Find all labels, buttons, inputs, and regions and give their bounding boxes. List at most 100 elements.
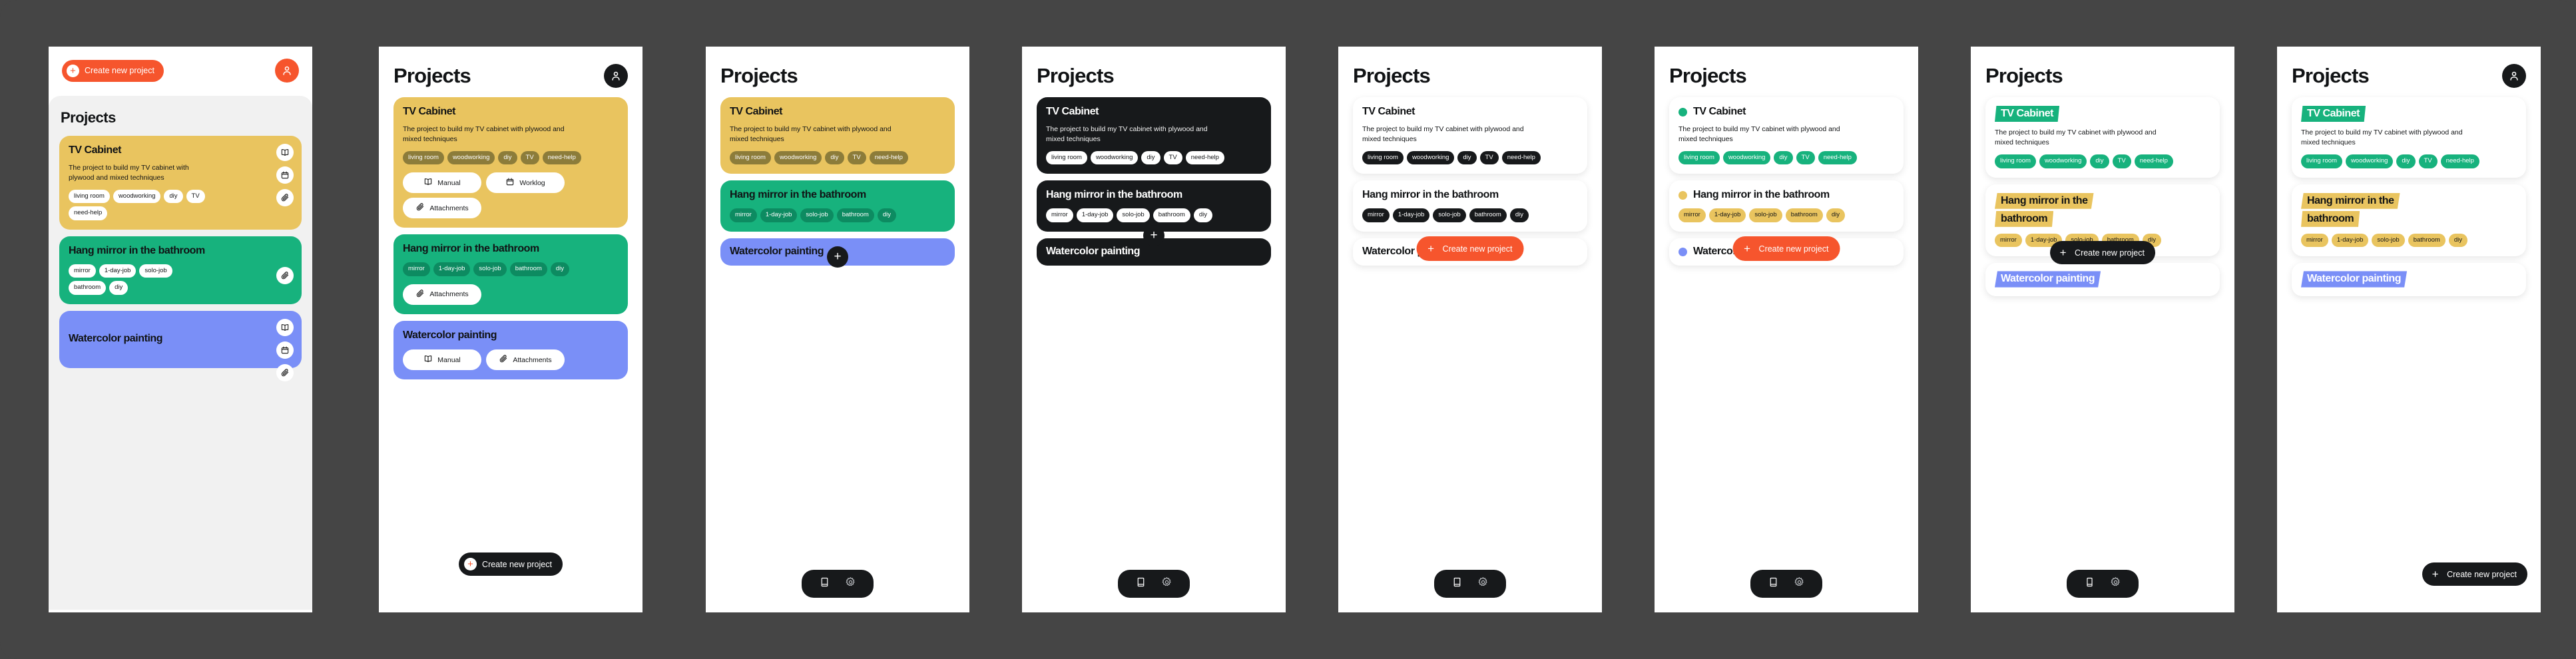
gear-icon[interactable] <box>2110 576 2121 591</box>
tag[interactable]: bathroom <box>836 208 874 222</box>
tag[interactable]: woodworking <box>447 150 495 165</box>
project-card-tv-cabinet[interactable]: TV Cabinet The project to build my TV ca… <box>1985 97 2220 178</box>
tag[interactable]: diy <box>2396 154 2416 168</box>
tag[interactable]: mirror <box>69 264 96 278</box>
book-icon[interactable] <box>1768 576 1779 591</box>
calendar-icon[interactable] <box>276 341 294 359</box>
tag[interactable]: bathroom <box>1153 208 1190 222</box>
tag[interactable]: solo-job <box>139 264 172 278</box>
tag[interactable]: 1-day-job <box>760 208 798 222</box>
project-card-watercolor[interactable]: Watercolor painting <box>59 310 302 381</box>
tag[interactable]: woodworking <box>113 189 161 204</box>
manual-button[interactable]: Manual <box>403 172 481 194</box>
tag[interactable]: need-help <box>1185 150 1224 165</box>
tag[interactable]: need-help <box>2134 154 2173 168</box>
tag[interactable]: bathroom <box>2408 233 2446 248</box>
tag[interactable]: mirror <box>1046 208 1073 222</box>
tag[interactable]: mirror <box>403 262 430 276</box>
project-card-hang-mirror[interactable]: Hang mirror in the bathroom mirror 1-day… <box>393 234 628 314</box>
tag[interactable]: TV <box>1796 150 1815 165</box>
tag[interactable]: need-help <box>869 150 908 165</box>
book-icon[interactable] <box>2084 576 2095 591</box>
tag[interactable]: TV <box>847 150 866 165</box>
tag[interactable]: 1-day-job <box>99 264 136 278</box>
project-card-tv-cabinet[interactable]: TV Cabinet The project to build my TV ca… <box>1669 97 1904 174</box>
tag[interactable]: mirror <box>2301 233 2328 248</box>
tag[interactable]: solo-job <box>1117 208 1150 222</box>
gear-icon[interactable] <box>1477 576 1489 591</box>
tag[interactable]: bathroom <box>1785 208 1823 222</box>
tag[interactable]: diy <box>1826 208 1845 222</box>
tag[interactable]: living room <box>1995 154 2036 168</box>
tag[interactable]: need-help <box>1501 150 1541 165</box>
tag[interactable]: diy <box>2090 154 2109 168</box>
tag[interactable]: diy <box>164 189 183 204</box>
project-card-hang-mirror[interactable]: Hang mirror in the bathroom mirror 1-day… <box>1669 180 1904 232</box>
tag[interactable]: mirror <box>730 208 757 222</box>
create-new-project-button[interactable]: + Create new project <box>2422 562 2527 586</box>
tag[interactable]: living room <box>1678 150 1720 165</box>
tag[interactable]: bathroom <box>69 281 107 295</box>
calendar-icon[interactable] <box>276 166 294 184</box>
tag[interactable]: need-help <box>2440 154 2479 168</box>
attachments-button[interactable]: Attachments <box>403 198 481 219</box>
tag[interactable]: bathroom <box>509 262 547 276</box>
tag[interactable]: bathroom <box>1469 208 1507 222</box>
project-card-tv-cabinet[interactable]: TV Cabinet The project to build my TV ca… <box>2292 97 2526 178</box>
tag[interactable]: living room <box>1046 150 1087 165</box>
book-icon[interactable] <box>1451 576 1463 591</box>
tag[interactable]: diy <box>2448 233 2467 248</box>
gear-icon[interactable] <box>1794 576 1805 591</box>
tag[interactable]: 1-day-job <box>1392 208 1430 222</box>
tag[interactable]: diy <box>550 262 569 276</box>
manual-button[interactable]: Manual <box>403 349 481 371</box>
gear-icon[interactable] <box>1161 576 1172 591</box>
tag[interactable]: solo-job <box>1749 208 1782 222</box>
tag[interactable]: mirror <box>1678 208 1706 222</box>
tag[interactable]: 1-day-job <box>2331 233 2369 248</box>
add-project-fab[interactable]: + <box>827 246 848 268</box>
paperclip-icon[interactable] <box>276 266 294 284</box>
tag[interactable]: TV <box>1479 150 1499 165</box>
tag[interactable]: living room <box>1362 150 1404 165</box>
project-card-watercolor[interactable]: Watercolor painting <box>2292 263 2526 296</box>
project-card-watercolor[interactable]: Watercolor painting Manual Attachments <box>393 320 628 380</box>
avatar[interactable] <box>2502 64 2526 88</box>
tag[interactable]: solo-job <box>1433 208 1466 222</box>
create-new-project-button[interactable]: + Create new project <box>1732 236 1840 261</box>
project-card-tv-cabinet[interactable]: TV Cabinet The project to build my TV ca… <box>393 97 628 228</box>
project-card-hang-mirror[interactable]: Hang mirror in the bathroom mirror 1-day… <box>1353 180 1587 232</box>
project-card-hang-mirror[interactable]: Hang mirror in the bathroom mirror 1-day… <box>59 236 302 304</box>
project-card-tv-cabinet[interactable]: TV Cabinet The project to build my TV ca… <box>1037 97 1271 174</box>
tag[interactable]: solo-job <box>473 262 507 276</box>
add-project-fab[interactable]: + <box>1143 225 1164 246</box>
project-card-watercolor[interactable]: Watercolor painting <box>1985 263 2220 296</box>
avatar[interactable] <box>604 64 628 88</box>
tag[interactable]: woodworking <box>1722 150 1771 165</box>
tag[interactable]: 1-day-job <box>1708 208 1746 222</box>
create-new-project-button[interactable]: + Create new project <box>1416 236 1524 261</box>
tag[interactable]: living room <box>730 150 771 165</box>
project-card-tv-cabinet[interactable]: TV Cabinet The project to build my TV ca… <box>1353 97 1587 174</box>
tag[interactable]: diy <box>1193 208 1212 222</box>
tag[interactable]: diy <box>1457 150 1477 165</box>
tag[interactable]: mirror <box>1362 208 1390 222</box>
create-new-project-button[interactable]: + Create new project <box>2050 241 2155 264</box>
book-icon[interactable] <box>276 144 294 161</box>
project-card-tv-cabinet[interactable]: TV Cabinet The project to build my TV ca… <box>720 97 955 174</box>
tag[interactable]: diy <box>109 281 129 295</box>
tag[interactable]: TV <box>2112 154 2131 168</box>
tag[interactable]: 1-day-job <box>1076 208 1114 222</box>
tag[interactable]: 1-day-job <box>433 262 471 276</box>
tag[interactable]: diy <box>877 208 896 222</box>
attachments-button[interactable]: Attachments <box>486 349 565 371</box>
tag[interactable]: TV <box>1163 150 1182 165</box>
project-card-tv-cabinet[interactable]: TV Cabinet The project to build my TV ca… <box>59 136 302 230</box>
tag[interactable]: need-help <box>1818 150 1857 165</box>
tag[interactable]: diy <box>498 150 517 165</box>
tag[interactable]: solo-job <box>2372 233 2405 248</box>
project-card-hang-mirror[interactable]: Hang mirror in the bathroom mirror 1-day… <box>720 180 955 232</box>
tag[interactable]: solo-job <box>800 208 834 222</box>
avatar[interactable] <box>275 59 299 83</box>
paperclip-icon[interactable] <box>276 363 294 381</box>
